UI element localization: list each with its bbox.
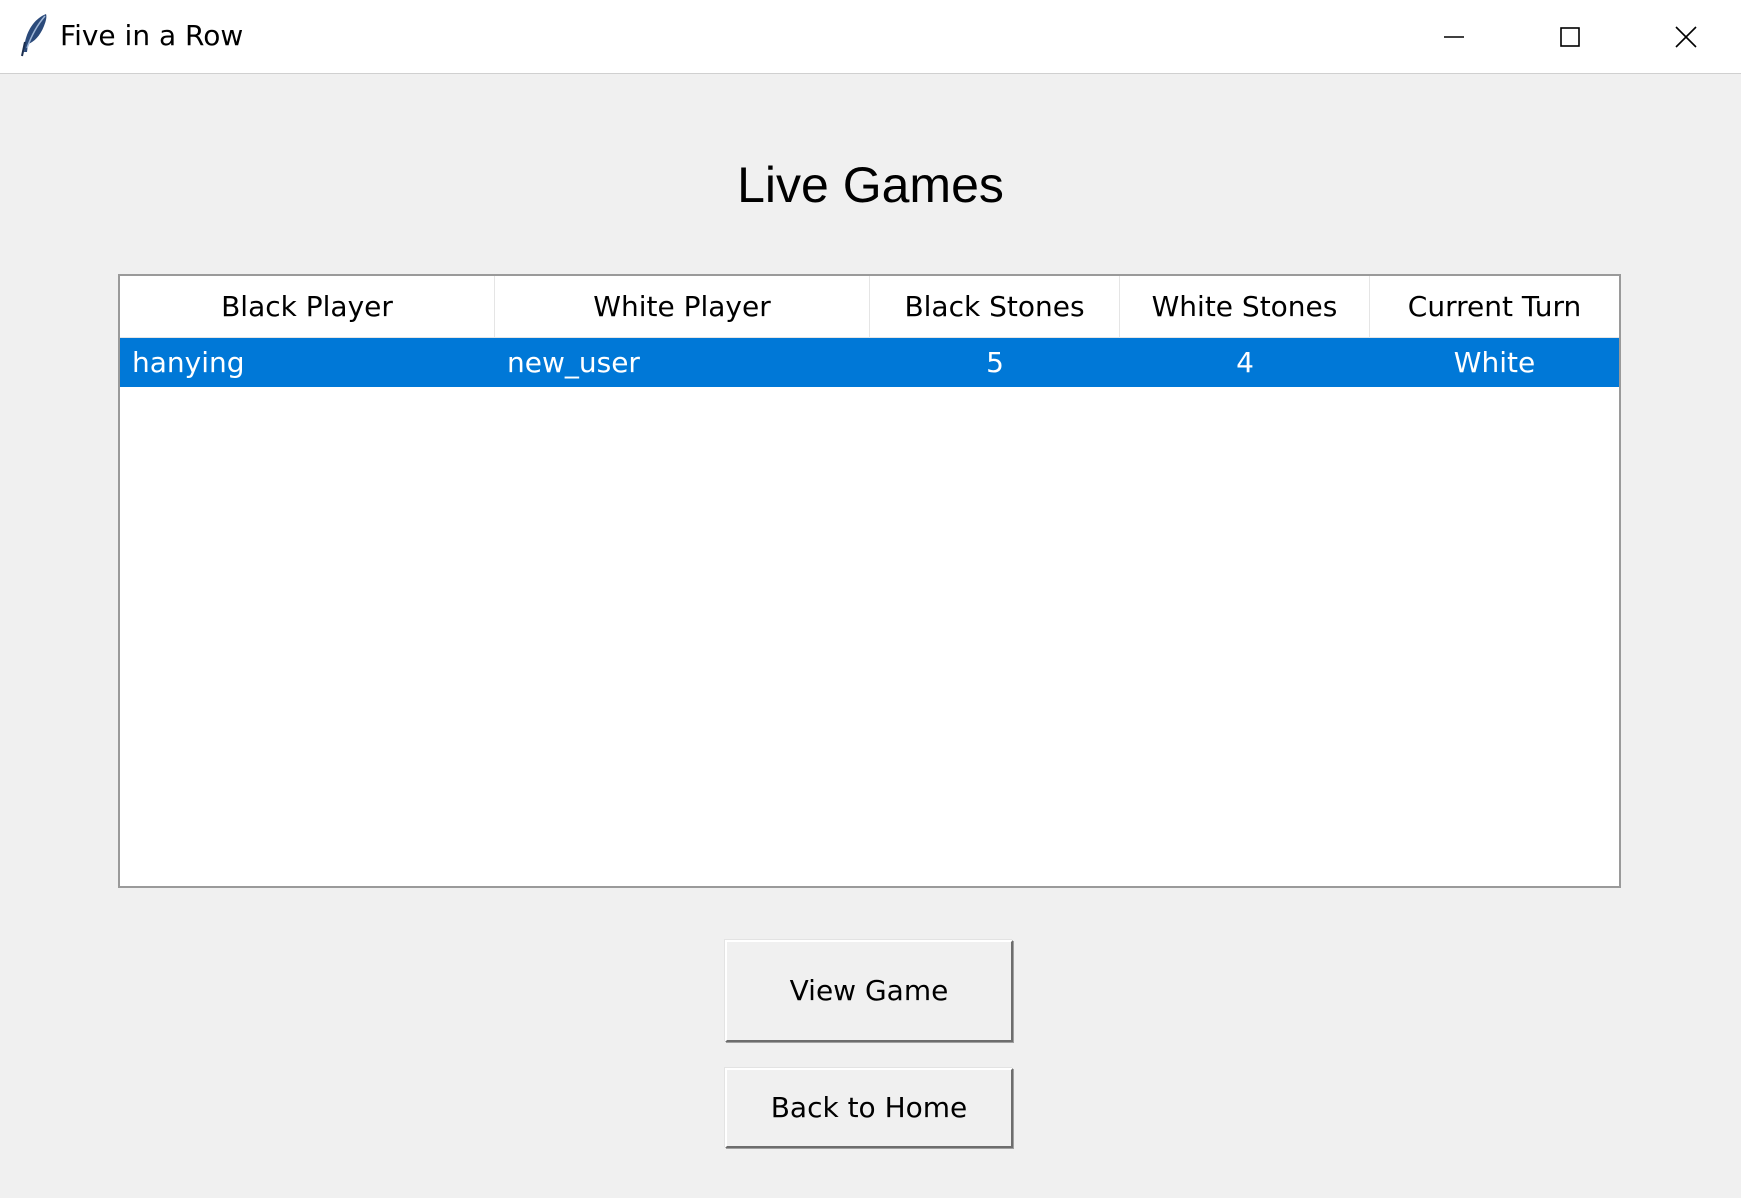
page-title: Live Games bbox=[737, 157, 1004, 213]
table-row[interactable]: hanying new_user 5 4 White bbox=[120, 338, 1619, 387]
maximize-button[interactable] bbox=[1512, 0, 1628, 73]
column-header-current-turn[interactable]: Current Turn bbox=[1370, 276, 1619, 338]
window-title: Five in a Row bbox=[60, 19, 244, 52]
cell-white-player: new_user bbox=[507, 346, 640, 379]
maximize-icon bbox=[1559, 26, 1581, 48]
app-window: Five in a Row Live Games Black Player Wh… bbox=[0, 0, 1741, 1198]
table-header: Black Player White Player Black Stones W… bbox=[120, 276, 1619, 338]
column-header-black-stones[interactable]: Black Stones bbox=[870, 276, 1120, 338]
cell-black-stones: 5 bbox=[986, 346, 1004, 379]
back-to-home-button[interactable]: Back to Home bbox=[725, 1068, 1013, 1148]
column-header-white-player[interactable]: White Player bbox=[495, 276, 870, 338]
title-bar[interactable]: Five in a Row bbox=[0, 0, 1741, 74]
live-games-table[interactable]: Black Player White Player Black Stones W… bbox=[118, 274, 1621, 888]
cell-current-turn: White bbox=[1453, 346, 1536, 379]
cell-black-player: hanying bbox=[132, 346, 245, 379]
minimize-icon bbox=[1443, 26, 1465, 48]
column-header-black-player[interactable]: Black Player bbox=[120, 276, 495, 338]
cell-white-stones: 4 bbox=[1236, 346, 1254, 379]
column-header-white-stones[interactable]: White Stones bbox=[1120, 276, 1370, 338]
feather-icon bbox=[18, 12, 52, 58]
view-game-button[interactable]: View Game bbox=[725, 940, 1013, 1042]
close-icon bbox=[1674, 25, 1698, 49]
minimize-button[interactable] bbox=[1396, 0, 1512, 73]
close-button[interactable] bbox=[1628, 0, 1741, 73]
